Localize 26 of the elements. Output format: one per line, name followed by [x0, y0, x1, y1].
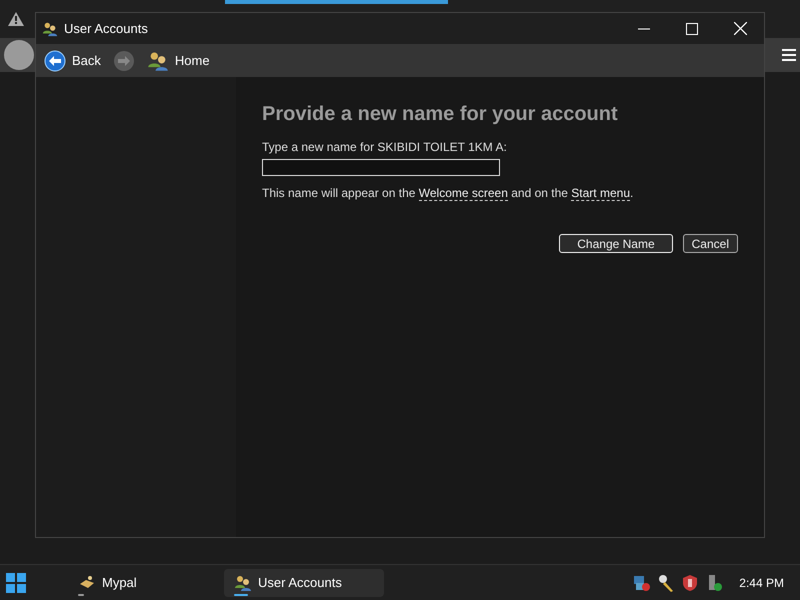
note-text: This name will appear on the Welcome screen and on the Start menu. — [262, 186, 634, 200]
close-icon — [734, 22, 746, 35]
users-icon — [42, 20, 58, 36]
back-button[interactable] — [4, 40, 34, 70]
users-icon — [234, 574, 252, 592]
home-button[interactable]: Home — [142, 46, 214, 76]
name-field[interactable] — [262, 159, 500, 176]
maximize-icon — [686, 22, 698, 34]
back-button[interactable]: Back — [40, 46, 105, 76]
page-heading: Provide a new name for your account — [262, 103, 619, 126]
warning-icon — [8, 12, 24, 26]
text-link[interactable]: Welcome screen — [418, 186, 508, 201]
users-icon — [146, 50, 169, 72]
network-error-icon[interactable] — [633, 574, 652, 592]
taskbar-item[interactable]: User Accounts — [224, 568, 384, 596]
dialog-button[interactable]: Cancel — [682, 234, 738, 253]
field-label: Type a new name for SKIBIDI TOILET 1KM A: — [262, 140, 508, 154]
taskbar-item[interactable]: Mypal — [68, 568, 218, 596]
dialog-button[interactable]: Change Name — [559, 234, 673, 253]
clock[interactable]: 2:44 PM — [739, 576, 784, 590]
minimize-icon — [638, 28, 650, 30]
menu-icon[interactable] — [782, 49, 796, 61]
shield-icon[interactable] — [681, 574, 700, 592]
start-icon[interactable] — [6, 572, 26, 592]
text-link[interactable]: Start menu — [571, 186, 630, 201]
window-title: User Accounts — [64, 21, 149, 36]
